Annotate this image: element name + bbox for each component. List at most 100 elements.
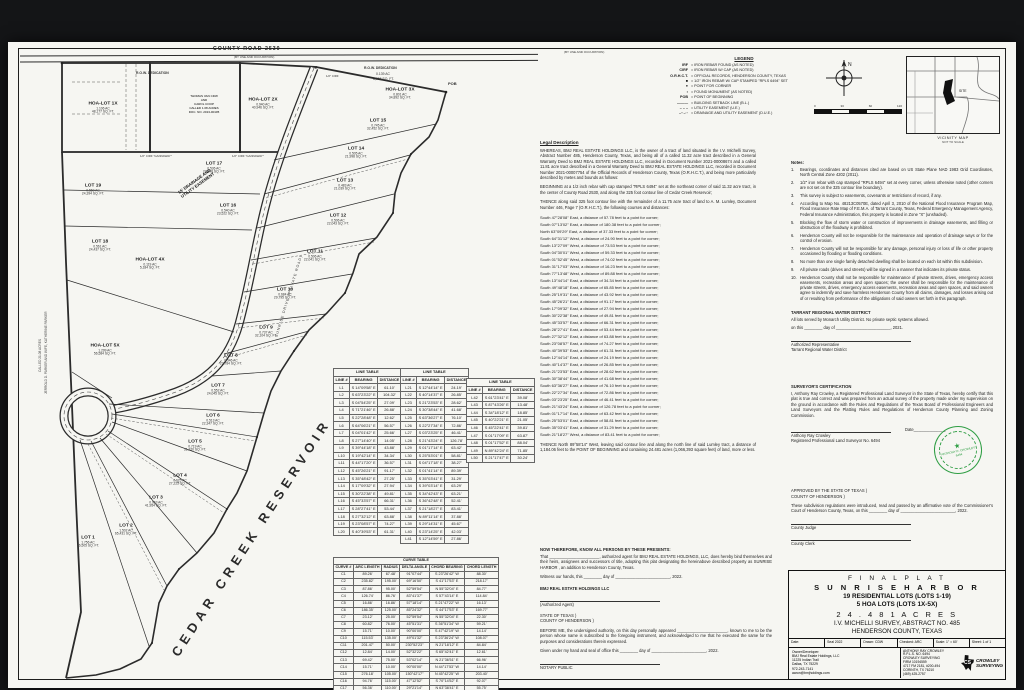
line-table-row: L25S 63°36'27" E76.10': [401, 414, 469, 422]
lot-label-19: LOT 190.560 AC24,394 SQ. FT.: [82, 183, 104, 196]
legal-call: South 12°44'14" East, a distance of 24.1…: [540, 354, 756, 361]
note-item: 3. This survey is subject to easements, …: [791, 193, 993, 198]
curve-table-col: CHORD BEARING: [429, 565, 465, 572]
surveyor-line: (469) 425-2757: [903, 673, 961, 677]
legal-beginning: BEGINNING at a 1/2 inch rebar with cap s…: [540, 184, 756, 195]
legal-call: South 13°44'14" East, a distance of 34.3…: [540, 277, 756, 284]
legend-label: = DRAINAGE AND UTILITY EASEMENT (D.U.E.): [691, 111, 830, 116]
line-table-2-col: BEARING: [417, 376, 445, 384]
note-number: 6.: [791, 233, 800, 244]
scale-bar-segments: [814, 109, 902, 115]
lot-label-9: LOT 90.737 AC32,104 SQ. FT.: [255, 325, 277, 338]
lot-label-hoa5x: HOA-LOT 5X1.299 AC56,584 SQ. FT.: [90, 343, 119, 356]
note-item: 9. All private roads (drives and streets…: [791, 267, 993, 272]
line-table-row: L6S 64°06'21" E56.57': [334, 422, 402, 430]
note-text: This survey is subject to easements, cov…: [800, 193, 942, 198]
dedication-given: Given under my hand and seal of office t…: [540, 648, 772, 654]
texas-logo-icon: CS: [961, 655, 974, 671]
dedication-county: COUNTY OF HENDERSON ): [540, 618, 772, 624]
line-table-1-col: LINE #: [334, 376, 350, 384]
line-table-row: L28S 21°43'24" E126.78': [401, 437, 469, 445]
note-item: 4. According to Map No. 48213C0570E, dat…: [791, 201, 993, 217]
curve-table-row: C1369.42'75.00'53°02'14"N 21°36'51" E66.…: [334, 657, 499, 664]
note-number: 9.: [791, 267, 800, 272]
line-table-row: L12S 45°26'21" E91.17': [334, 467, 402, 475]
legal-description: Legal Description WHEREAS, BMJ REAL ESTA…: [540, 140, 756, 457]
line-table-row: L9S 39°44'18" E43.88': [334, 444, 402, 452]
note-item: 8. No more than one single family detach…: [791, 259, 993, 264]
curve-table-row: C15276.18'105.00'150°42'17"N 45°42'25" W…: [334, 671, 499, 678]
curve-table-title: CURVE TABLE: [334, 558, 499, 565]
approval-county: COUNTY OF HENDERSON ): [791, 494, 993, 500]
line-table-row: L19S 23°08'57" E74.27': [334, 520, 402, 528]
note-text: Bearings, coordinates and distances cite…: [800, 167, 993, 178]
note-item: 7. Henderson County will not be responsi…: [791, 246, 993, 257]
legal-call: South 35°03'41" East, a distance of 31.2…: [540, 424, 756, 431]
line-table-1-title: LINE TABLE: [334, 369, 402, 377]
curve-table-row: C6186.35'125.00'85°24'32"S 44°17'53" E16…: [334, 607, 499, 614]
lot-label-18: LOT 180.561 AC24,437 SQ. FT.: [89, 239, 111, 252]
line-table-row: L47S 01°17'09" E63.87': [467, 432, 535, 440]
trwd-date-line: on this ________ day of ________________…: [791, 325, 993, 331]
legal-call: South 30°22'38" East, a distance of 49.8…: [540, 312, 756, 319]
lot-label-12: LOT 120.506 AC22,043 SQ. FT.: [327, 213, 349, 226]
line-table-row: L50S 21°17'47" E30.24': [467, 454, 535, 462]
subdivision-name: S U N R I S E H A R B O R: [789, 583, 1005, 592]
curve-table-row: C11201.47'50.00'230°52'23"N 21°18'12" E8…: [334, 643, 499, 650]
line-table-row: L29S 01°17'14" E63.42': [401, 444, 469, 452]
note-number: 8.: [791, 259, 800, 264]
curve-table-row: C189.26'67.48'91°07'44"S 23°26'42" W88.3…: [334, 572, 499, 579]
line-table-row: L16S 45°33'57" E66.31': [334, 498, 402, 506]
title-meta-cell: Sheet: 1 of 1: [970, 639, 1005, 647]
owner-line: aaron@bmjholdings.com: [792, 671, 897, 675]
legend-item: –··–·· = DRAINAGE AND UTILITY EASEMENT (…: [658, 111, 830, 116]
trwd-heading: TARRANT REGIONAL WATER DISTRICT: [791, 310, 993, 315]
curve-table-col: RADIUS: [382, 565, 400, 572]
line-table-row: L11S 44°17'20" E36.57': [334, 460, 402, 468]
line-table-row: L24S 30°38'44" E41.68': [401, 406, 469, 414]
legal-call: South 28°27'41" East, a distance of 53.4…: [540, 326, 756, 333]
logo-line2: SURVEYING: [976, 663, 1003, 668]
lot-label-5: LOT 50.719 AC31,320 SQ. FT.: [184, 439, 206, 452]
notes-heading: Notes:: [791, 160, 993, 165]
note-number: 3.: [791, 193, 800, 198]
line-table-row: L2S 63°23'22" E104.32': [334, 391, 402, 399]
line-table-row: L1S 14°09'58" E61.10': [334, 384, 402, 392]
legal-call: South 13°27'09" West, a distance of 73.5…: [540, 242, 756, 249]
legal-call: South 45°26'21" East, a distance of 91.1…: [540, 298, 756, 305]
line-table-row: L20S 40°39'53" E61.31': [334, 528, 402, 536]
line-table-row: L10S 19°42'14" E34.34': [334, 452, 402, 460]
legal-call: South 49°48'18" East, a distance of 65.8…: [540, 284, 756, 291]
legal-call: South 47°28'08" East, a distance of 57.7…: [540, 214, 756, 221]
note-item: 6. Henderson County will not be responsi…: [791, 233, 993, 244]
line-table-row: L41S 12°14'59" E27.86': [401, 536, 469, 544]
line-table-row: L21S 12°44'14" E24.19': [401, 384, 469, 392]
title-meta-cell: Scale: 1" = 60': [934, 639, 970, 647]
curve-table-row: C10115.53'135.00'49°01'32"S 23°36'24" W1…: [334, 636, 499, 643]
vicinity-site-label: SITE: [959, 89, 967, 93]
lot-label-hoa2x: HOA-LOT 2X0.940 AC40,946 SQ. FT.: [248, 97, 277, 110]
county-road-label: COUNTY ROAD 2530: [213, 46, 281, 52]
cirf-note-1: 1/2" CIRF "GANNAWAY": [140, 155, 172, 158]
dedication-block: NOW THEREFORE, KNOW ALL PERSONS BY THESE…: [540, 547, 772, 670]
row-dedication-left: R.O.W. DEDICATION: [136, 71, 169, 75]
notary-public-label: NOTARY PUBLIC: [540, 665, 772, 671]
line-table-row: L22S 40°14'37" E26.85': [401, 391, 469, 399]
curve-table-row: C4126.74'86.76'83°41'37"S 57°43'14" E114…: [334, 593, 499, 600]
legend-symbol: –··–··: [658, 111, 691, 116]
legal-closing: THENCE North 89°58'14" West, leaving sai…: [540, 442, 756, 453]
line-table-row: L4S 71°21'46" E26.88': [334, 406, 402, 414]
trwd-line1: All lots served by Monarch Utility Distr…: [791, 317, 993, 323]
line-table-2: LINE TABLE LINE #BEARINGDISTANCE L21S 12…: [400, 368, 469, 544]
curve-table-row: C516.86'16.86'57°18'14"S 21°47'22" W16.1…: [334, 600, 499, 607]
line-table-row: L27S 03°23'25" E46.41': [401, 429, 469, 437]
lot-label-1: LOT 11.756 AC76,505 SQ. FT.: [77, 535, 99, 548]
curve-table-row: C387.86'95.00'52°59'54"N 55°32'04" E84.7…: [334, 586, 499, 593]
scale-bar-label: 60: [869, 104, 872, 108]
line-table-row: L7S 04°01'42" E25.66': [334, 429, 402, 437]
dedication-agent: (Authorized Agent): [540, 602, 772, 608]
note-item: 1. Bearings, coordinates and distances c…: [791, 167, 993, 178]
curve-table-row: C915.71'10.00'90°00'00"S 47°42'19" W14.1…: [334, 628, 499, 635]
line-table-1: LINE TABLE LINE #BEARINGDISTANCE L1S 14°…: [333, 368, 402, 536]
note-text: According to Map No. 48213C0570E, dated …: [800, 201, 993, 217]
